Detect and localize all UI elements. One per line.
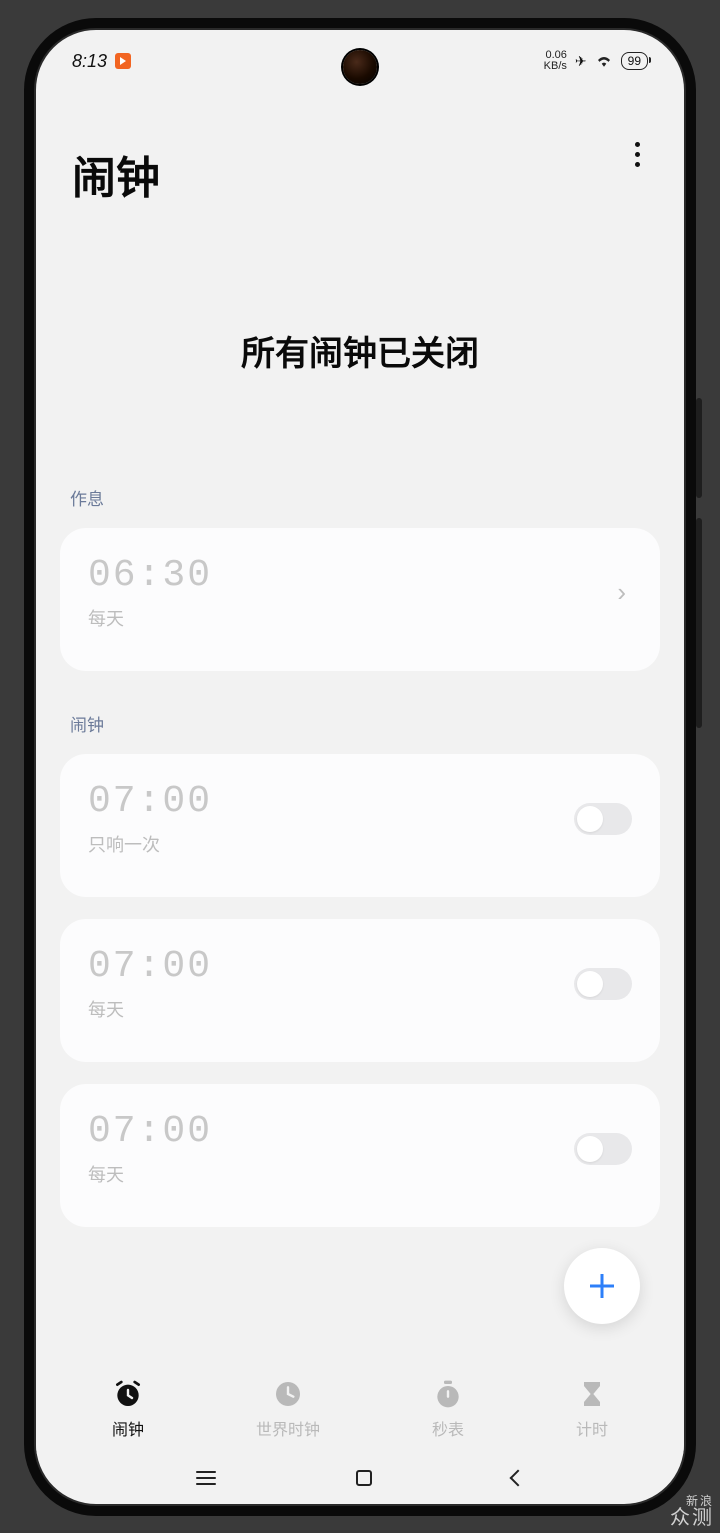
stopwatch-icon (432, 1378, 464, 1410)
tab-timer[interactable]: 计时 (576, 1378, 608, 1440)
screen: 8:13 0.06 KB/s ✈ 99 闹钟 所有闹钟已关闭 (34, 28, 686, 1506)
alarms-off-message: 所有闹钟已关闭 (36, 326, 684, 375)
home-button[interactable] (356, 1470, 372, 1486)
plus-icon (584, 1268, 620, 1304)
routine-time: 06:30 (88, 554, 212, 597)
tab-label: 闹钟 (112, 1416, 144, 1440)
alarm-toggle[interactable] (574, 968, 632, 1000)
camera-punch (343, 50, 377, 84)
alarm-time: 07:00 (88, 1110, 212, 1153)
status-time: 8:13 (72, 51, 107, 72)
section-label-routine: 作息 (70, 485, 660, 510)
battery-icon: 99 (621, 52, 648, 70)
watermark: 新浪 众测 (670, 1495, 714, 1529)
tab-label: 计时 (576, 1416, 608, 1440)
tab-label: 秒表 (432, 1416, 464, 1440)
alarm-clock-icon (112, 1378, 144, 1410)
content: 作息 06:30 每天 › 闹钟 07:00 只响一次 07:00 (36, 485, 684, 1227)
routine-card[interactable]: 06:30 每天 › (60, 528, 660, 671)
alarm-repeat: 只响一次 (88, 831, 212, 857)
tab-stopwatch[interactable]: 秒表 (432, 1378, 464, 1440)
screen-record-icon (115, 53, 131, 69)
hw-power-button (696, 398, 702, 498)
routine-repeat: 每天 (88, 605, 212, 631)
alarm-toggle[interactable] (574, 803, 632, 835)
wifi-icon (595, 53, 613, 70)
tab-label: 世界时钟 (256, 1416, 320, 1440)
section-label-alarm: 闹钟 (70, 711, 660, 736)
alarm-card[interactable]: 07:00 每天 (60, 919, 660, 1062)
hw-volume-button (696, 518, 702, 728)
hourglass-icon (576, 1378, 608, 1410)
alarm-toggle[interactable] (574, 1133, 632, 1165)
alarm-card[interactable]: 07:00 只响一次 (60, 754, 660, 897)
system-nav (36, 1460, 684, 1496)
alarm-time: 07:00 (88, 945, 212, 988)
net-speed: 0.06 KB/s (544, 50, 567, 72)
overflow-menu-button[interactable] (625, 132, 650, 177)
tab-bar: 闹钟 世界时钟 秒表 计时 (36, 1364, 684, 1454)
airplane-icon: ✈ (575, 53, 587, 70)
phone-frame: 8:13 0.06 KB/s ✈ 99 闹钟 所有闹钟已关闭 (24, 18, 696, 1516)
alarm-card[interactable]: 07:00 每天 (60, 1084, 660, 1227)
alarm-repeat: 每天 (88, 996, 212, 1022)
alarm-repeat: 每天 (88, 1161, 212, 1187)
chevron-right-icon: › (617, 577, 632, 608)
recents-button[interactable] (196, 1471, 216, 1485)
header: 闹钟 (36, 92, 684, 206)
tab-alarm[interactable]: 闹钟 (112, 1378, 144, 1440)
alarm-time: 07:00 (88, 780, 212, 823)
back-button[interactable] (510, 1470, 527, 1487)
clock-icon (272, 1378, 304, 1410)
tab-world-clock[interactable]: 世界时钟 (256, 1378, 320, 1440)
add-alarm-button[interactable] (564, 1248, 640, 1324)
page-title: 闹钟 (72, 142, 648, 206)
